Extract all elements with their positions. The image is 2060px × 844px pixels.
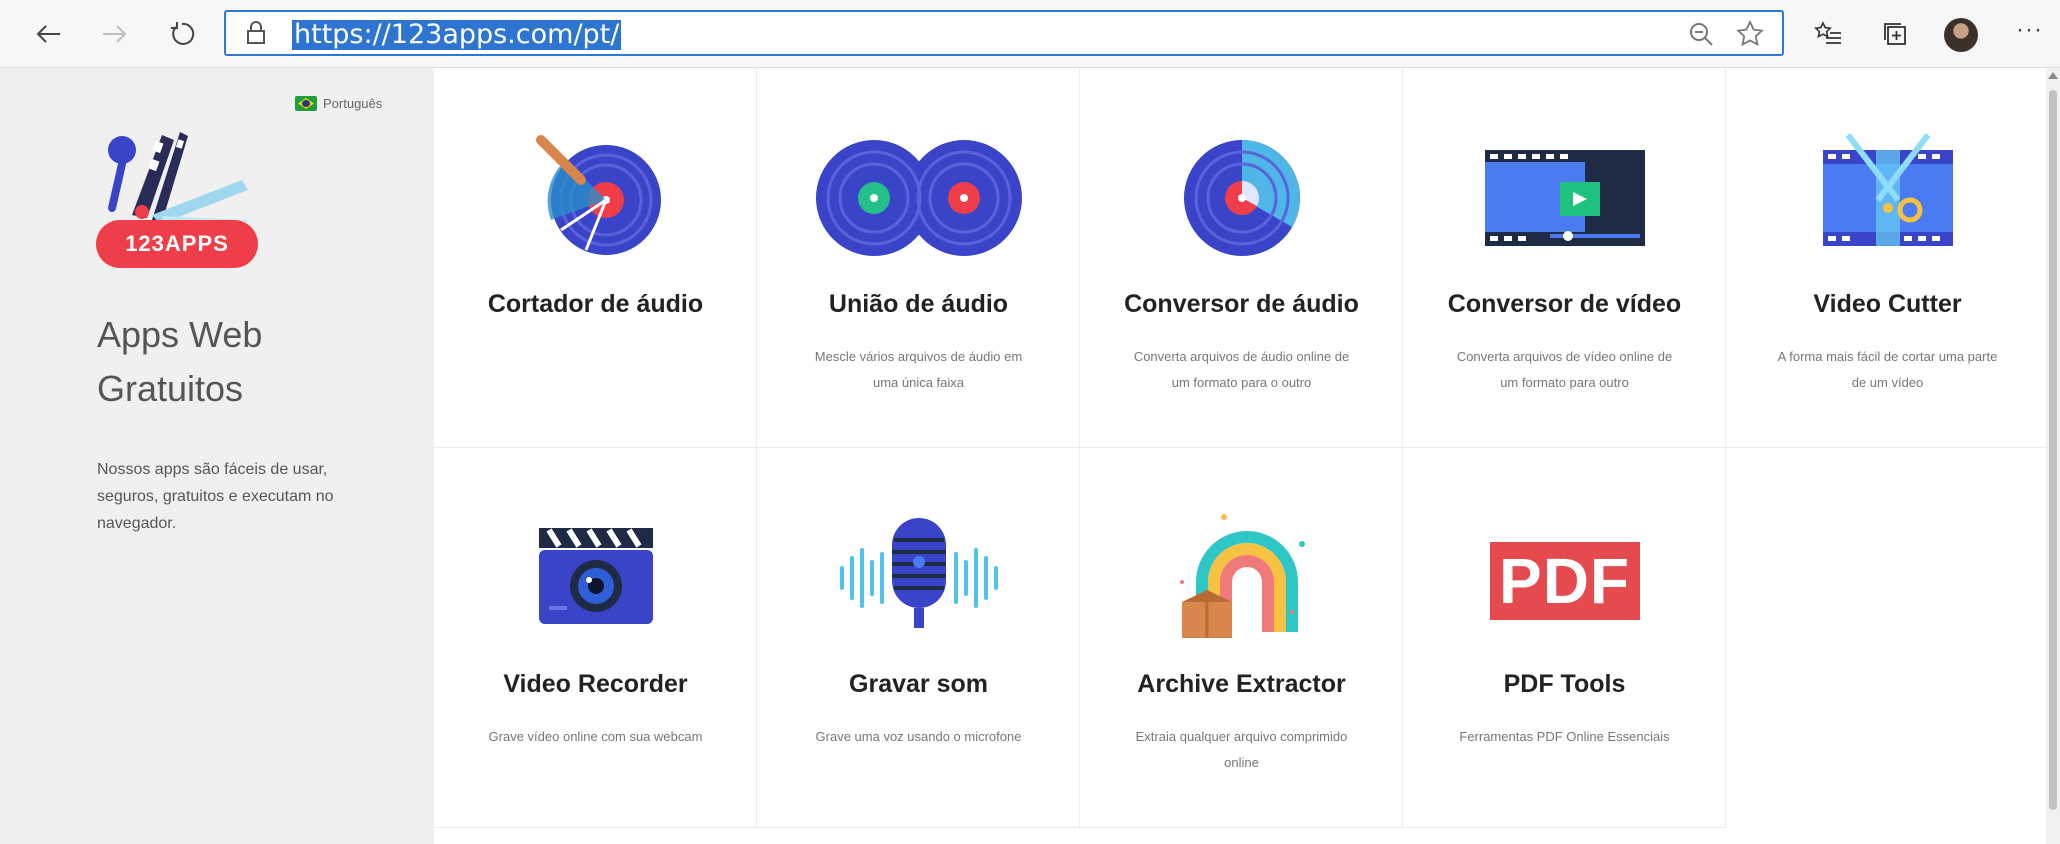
brazil-flag-icon	[295, 96, 317, 111]
app-title: Video Cutter	[1813, 290, 1962, 318]
lock-icon	[247, 21, 265, 44]
page-title-line1: Apps Web	[97, 314, 263, 355]
zoom-out-icon[interactable]	[1688, 21, 1714, 47]
browser-toolbar: https://123apps.com/pt/ ···	[0, 0, 2060, 68]
app-card-video-cutter[interactable]: Video Cutter A forma mais fácil de corta…	[1726, 68, 2049, 448]
app-description: Extraia qualquer arquivo comprimido onli…	[1135, 729, 1348, 770]
sidebar: Português 123APPS Apps Web Gratuitos Nos…	[0, 68, 434, 844]
app-title: Cortador de áudio	[487, 290, 704, 318]
more-menu-button[interactable]: ···	[2016, 16, 2043, 44]
scroll-up-arrow-icon[interactable]	[2048, 72, 2058, 79]
favorites-button[interactable]	[1808, 14, 1848, 54]
app-title: Archive Extractor	[1137, 670, 1346, 698]
swiss-knife-logo-icon	[108, 132, 248, 228]
app-description: Grave uma voz usando o microfone	[815, 729, 1022, 744]
app-description: Ferramentas PDF Online Essenciais	[1459, 729, 1670, 744]
app-description: Grave vídeo online com sua webcam	[488, 729, 703, 744]
audio-cutter-icon	[535, 135, 661, 255]
video-converter-icon	[1484, 150, 1645, 246]
app-card-video-converter[interactable]: Conversor de vídeo Converta arquivos de …	[1403, 68, 1726, 448]
forward-button[interactable]	[95, 14, 135, 54]
app-title: Conversor de vídeo	[1447, 290, 1682, 318]
audio-joiner-icon	[815, 140, 1022, 256]
video-recorder-icon	[538, 528, 653, 624]
favorites-list-icon	[1814, 21, 1841, 44]
logo-text: 123APPS	[96, 220, 258, 268]
app-card-video-recorder[interactable]: Video Recorder Grave vídeo online com su…	[434, 448, 757, 828]
empty-grid-cell	[1726, 448, 2049, 828]
app-title: Conversor de áudio	[1124, 290, 1359, 318]
page-title: Apps Web Gratuitos	[97, 308, 397, 416]
forward-arrow-icon	[103, 25, 127, 43]
video-cutter-icon	[1822, 133, 1953, 246]
app-card-audio-joiner[interactable]: União de áudio Mescle vários arquivos de…	[757, 68, 1080, 448]
language-selector[interactable]: Português	[295, 96, 382, 111]
archive-extractor-icon	[1179, 514, 1305, 638]
refresh-button[interactable]	[162, 14, 202, 54]
app-card-audio-cutter[interactable]: Cortador de áudio	[434, 68, 757, 448]
logo[interactable]: 123APPS	[92, 120, 262, 275]
app-description: A forma mais fácil de cortar uma parte d…	[1777, 349, 1998, 390]
scrollbar-thumb[interactable]	[2049, 90, 2057, 810]
app-description: Converta arquivos de vídeo online de um …	[1456, 349, 1673, 390]
profile-avatar[interactable]	[1944, 18, 1978, 52]
vertical-scrollbar[interactable]	[2046, 68, 2060, 844]
app-description: Converta arquivos de áudio online de um …	[1133, 349, 1350, 390]
address-bar[interactable]: https://123apps.com/pt/	[224, 10, 1784, 56]
app-title: Video Recorder	[503, 670, 688, 698]
app-card-pdf-tools[interactable]: PDF PDF Tools Ferramentas PDF Online Ess…	[1403, 448, 1726, 828]
app-card-voice-recorder[interactable]: Gravar som Grave uma voz usando o microf…	[757, 448, 1080, 828]
collections-button[interactable]	[1875, 14, 1915, 54]
favorite-star-icon[interactable]	[1736, 20, 1764, 48]
app-title: Gravar som	[849, 670, 988, 698]
pdf-tools-icon: PDF	[1489, 542, 1640, 620]
refresh-icon	[171, 22, 195, 45]
page-title-line2: Gratuitos	[97, 368, 244, 409]
app-card-archive-extractor[interactable]: Archive Extractor Extraia qualquer arqui…	[1080, 448, 1403, 828]
collections-icon	[1884, 23, 1906, 45]
back-arrow-icon	[36, 25, 60, 43]
language-label: Português	[323, 96, 383, 111]
app-title: União de áudio	[828, 290, 1009, 318]
app-description: Mescle vários arquivos de áudio em uma ú…	[814, 349, 1023, 390]
page-description: Nossos apps são fáceis de usar, seguros,…	[97, 461, 334, 532]
voice-recorder-icon	[839, 518, 998, 628]
url-text[interactable]: https://123apps.com/pt/	[292, 20, 622, 50]
audio-converter-icon	[1183, 140, 1300, 256]
app-title: PDF Tools	[1503, 670, 1626, 698]
app-card-audio-converter[interactable]: Conversor de áudio Converta arquivos de …	[1080, 68, 1403, 448]
back-button[interactable]	[28, 14, 68, 54]
